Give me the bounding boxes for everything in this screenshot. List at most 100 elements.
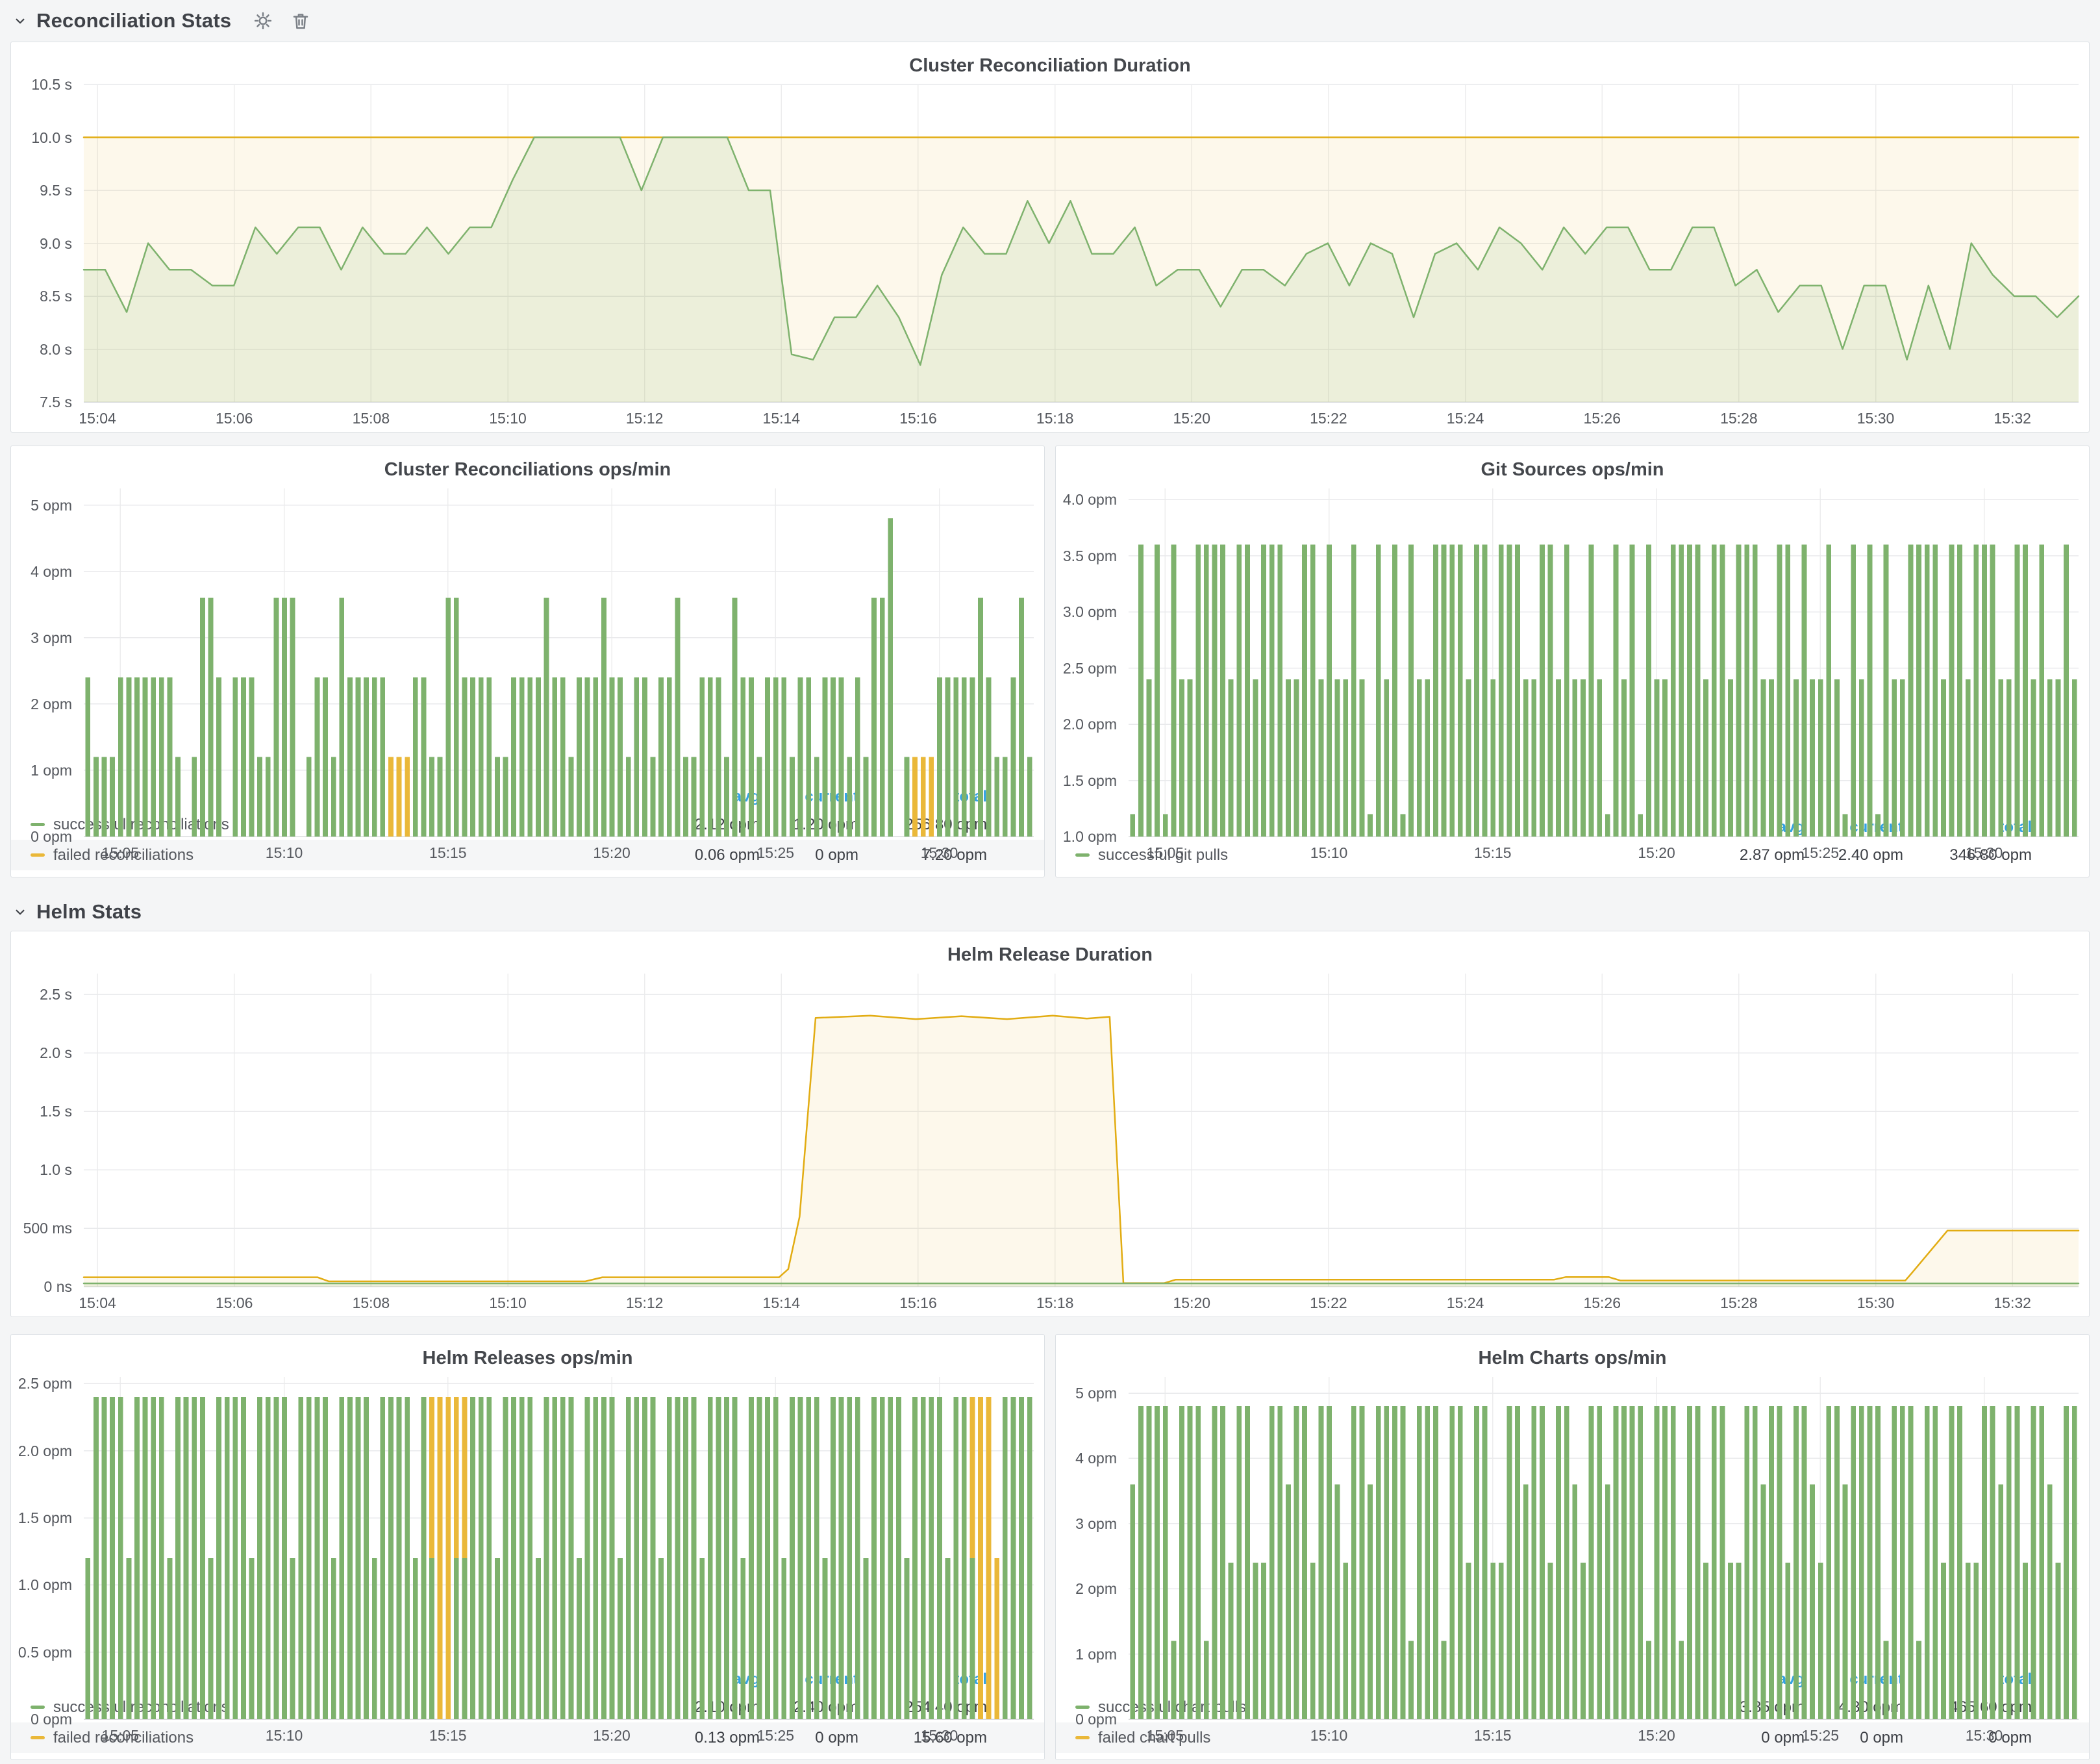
y-axis-label: 0 opm xyxy=(1056,1710,1117,1728)
x-axis-label: 15:06 xyxy=(195,410,273,427)
x-axis-label: 15:12 xyxy=(606,1294,684,1312)
x-axis-label: 15:08 xyxy=(332,1294,410,1312)
panel-title[interactable]: Helm Charts ops/min xyxy=(1056,1335,2089,1372)
y-axis-label: 1.0 s xyxy=(11,1161,72,1179)
y-axis-label: 2 opm xyxy=(1056,1580,1117,1598)
x-axis-label: 15:28 xyxy=(1700,1294,1778,1312)
chevron-down-icon[interactable] xyxy=(12,903,29,920)
y-axis-label: 2.0 opm xyxy=(1056,715,1117,733)
y-axis-label: 3 opm xyxy=(11,629,72,647)
y-axis-label: 10.5 s xyxy=(11,75,72,94)
chart-plot-area[interactable]: 15:0515:1015:1515:2015:2515:300 opm1 opm… xyxy=(1056,1372,2089,1663)
x-axis-label: 15:24 xyxy=(1427,410,1505,427)
x-axis-label: 15:10 xyxy=(245,1727,323,1745)
x-axis-label: 15:26 xyxy=(1563,410,1641,427)
x-axis-label: 15:16 xyxy=(879,1294,957,1312)
chart-canvas[interactable] xyxy=(11,483,1044,866)
chart-canvas[interactable] xyxy=(11,79,2089,432)
y-axis-label: 3 opm xyxy=(1056,1515,1117,1533)
x-axis-label: 15:30 xyxy=(1945,1727,2023,1745)
y-axis-label: 4.0 opm xyxy=(1056,490,1117,509)
panel-title[interactable]: Git Sources ops/min xyxy=(1056,446,2089,483)
x-axis-label: 15:05 xyxy=(1126,1727,1204,1745)
chart-plot-area[interactable]: 15:0415:0615:0815:1015:1215:1415:1615:18… xyxy=(11,79,2089,432)
y-axis-label: 10.0 s xyxy=(11,129,72,147)
y-axis-label: 0 ns xyxy=(11,1278,72,1296)
x-axis-label: 15:28 xyxy=(1700,410,1778,427)
panel-title[interactable]: Helm Release Duration xyxy=(11,931,2089,968)
y-axis-label: 5 opm xyxy=(11,496,72,514)
x-axis-label: 15:30 xyxy=(901,844,979,862)
x-axis-label: 15:26 xyxy=(1563,1294,1641,1312)
x-axis-label: 15:10 xyxy=(245,844,323,862)
y-axis-label: 2.5 opm xyxy=(11,1374,72,1392)
panel-cluster-reconciliation-duration: Cluster Reconciliation Duration 15:0415:… xyxy=(10,42,2090,433)
y-axis-label: 2.5 opm xyxy=(1056,659,1117,677)
x-axis-label: 15:30 xyxy=(1837,410,1915,427)
panel-title[interactable]: Helm Releases ops/min xyxy=(11,1335,1044,1372)
x-axis-label: 15:15 xyxy=(409,1727,487,1745)
x-axis-label: 15:15 xyxy=(1454,1727,1532,1745)
chart-canvas[interactable] xyxy=(1056,483,2089,866)
panel-title[interactable]: Cluster Reconciliation Duration xyxy=(11,42,2089,79)
y-axis-label: 4 opm xyxy=(11,562,72,581)
panel-cluster-reconciliations-opm: Cluster Reconciliations ops/min 15:0515:… xyxy=(10,446,1045,877)
x-axis-label: 15:25 xyxy=(1781,1727,1859,1745)
x-axis-label: 15:22 xyxy=(1290,410,1368,427)
y-axis-label: 5 opm xyxy=(1056,1384,1117,1402)
x-axis-label: 15:08 xyxy=(332,410,410,427)
x-axis-label: 15:25 xyxy=(736,844,814,862)
section-title[interactable]: Reconciliation Stats xyxy=(36,9,231,32)
y-axis-label: 1.5 opm xyxy=(1056,772,1117,790)
section-header-reconciliation-stats: Reconciliation Stats xyxy=(0,0,2100,42)
x-axis-label: 15:18 xyxy=(1016,1294,1094,1312)
chart-canvas[interactable] xyxy=(11,1372,1044,1749)
gear-icon[interactable] xyxy=(253,11,273,31)
y-axis-label: 0.5 opm xyxy=(11,1643,72,1661)
y-axis-label: 1.0 opm xyxy=(11,1576,72,1594)
panel-helm-charts-opm: Helm Charts ops/min 15:0515:1015:1515:20… xyxy=(1055,1334,2090,1760)
x-axis-label: 15:05 xyxy=(81,1727,159,1745)
x-axis-label: 15:05 xyxy=(1126,844,1204,862)
x-axis-label: 15:18 xyxy=(1016,410,1094,427)
y-axis-label: 4 opm xyxy=(1056,1449,1117,1467)
x-axis-label: 15:20 xyxy=(573,844,651,862)
x-axis-label: 15:20 xyxy=(1153,1294,1231,1312)
section-title[interactable]: Helm Stats xyxy=(36,900,142,924)
x-axis-label: 15:20 xyxy=(1153,410,1231,427)
x-axis-label: 15:10 xyxy=(469,1294,547,1312)
chevron-down-icon[interactable] xyxy=(12,12,29,29)
x-axis-label: 15:25 xyxy=(736,1727,814,1745)
x-axis-label: 15:30 xyxy=(901,1727,979,1745)
y-axis-label: 9.0 s xyxy=(11,234,72,253)
x-axis-label: 15:25 xyxy=(1781,844,1859,862)
chart-plot-area[interactable]: 15:0515:1015:1515:2015:2515:300 opm0.5 o… xyxy=(11,1372,1044,1663)
x-axis-label: 15:10 xyxy=(1290,844,1368,862)
y-axis-label: 9.5 s xyxy=(11,181,72,199)
section-header-helm-stats: Helm Stats xyxy=(0,893,2100,931)
x-axis-label: 15:12 xyxy=(606,410,684,427)
x-axis-label: 15:06 xyxy=(195,1294,273,1312)
chart-canvas[interactable] xyxy=(1056,1372,2089,1749)
y-axis-label: 2 opm xyxy=(11,695,72,713)
y-axis-label: 1.5 opm xyxy=(11,1509,72,1527)
y-axis-label: 0 opm xyxy=(11,827,72,846)
chart-plot-area[interactable]: 15:0415:0615:0815:1015:1215:1415:1615:18… xyxy=(11,968,2089,1317)
trash-icon[interactable] xyxy=(291,11,310,31)
x-axis-label: 15:05 xyxy=(81,844,159,862)
y-axis-label: 1.5 s xyxy=(11,1102,72,1120)
panel-title[interactable]: Cluster Reconciliations ops/min xyxy=(11,446,1044,483)
y-axis-label: 2.0 s xyxy=(11,1044,72,1062)
y-axis-label: 1 opm xyxy=(1056,1645,1117,1663)
panel-git-sources-opm: Git Sources ops/min 15:0515:1015:1515:20… xyxy=(1055,446,2090,877)
chart-plot-area[interactable]: 15:0515:1015:1515:2015:2515:301.0 opm1.5… xyxy=(1056,483,2089,811)
chart-plot-area[interactable]: 15:0515:1015:1515:2015:2515:300 opm1 opm… xyxy=(11,483,1044,781)
x-axis-label: 15:20 xyxy=(1618,1727,1695,1745)
y-axis-label: 2.0 opm xyxy=(11,1442,72,1460)
x-axis-label: 15:10 xyxy=(1290,1727,1368,1745)
y-axis-label: 3.0 opm xyxy=(1056,603,1117,621)
chart-canvas[interactable] xyxy=(11,968,2089,1317)
y-axis-label: 7.5 s xyxy=(11,393,72,411)
x-axis-label: 15:15 xyxy=(409,844,487,862)
x-axis-label: 15:32 xyxy=(1973,1294,2051,1312)
